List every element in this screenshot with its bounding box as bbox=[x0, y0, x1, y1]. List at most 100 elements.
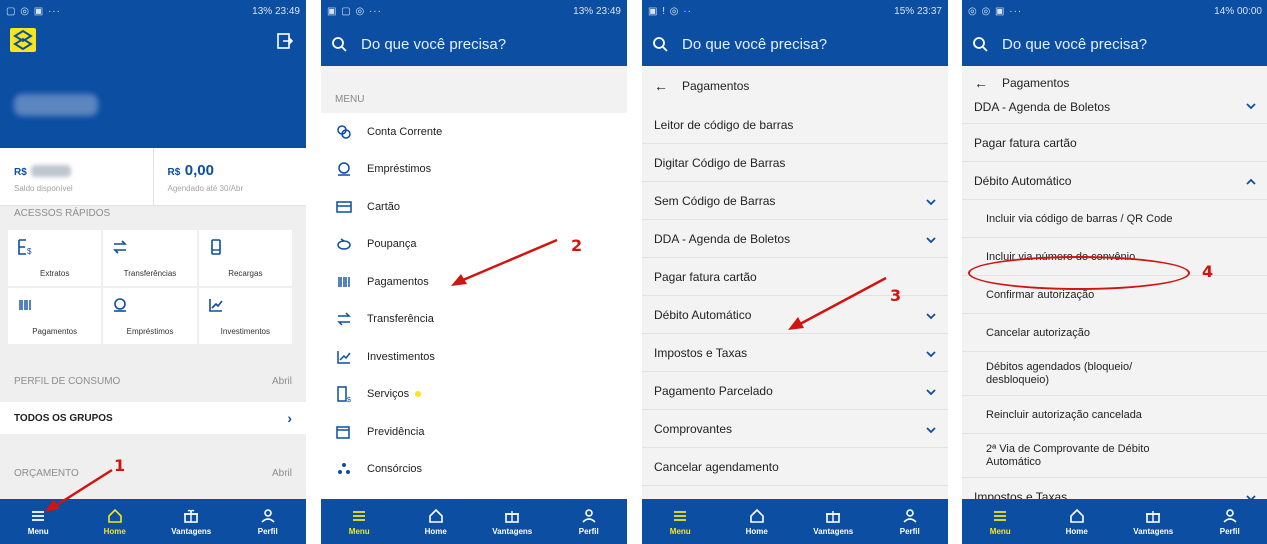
quick-investimentos[interactable]: Investimentos bbox=[198, 288, 292, 344]
bottom-nav: Menu Home Vantagens Perfil bbox=[321, 499, 627, 544]
logout-icon[interactable] bbox=[276, 32, 294, 50]
sub-item[interactable]: Incluir via código de barras / QR Code bbox=[962, 200, 1267, 238]
chevron-down-icon bbox=[1246, 492, 1256, 499]
transfer-icon bbox=[335, 310, 353, 328]
nav-menu[interactable]: Menu bbox=[321, 499, 398, 544]
back-arrow-icon: ← bbox=[654, 78, 668, 94]
nav-perfil[interactable]: Perfil bbox=[551, 499, 628, 544]
list-item[interactable]: DDA - Agenda de Boletos bbox=[962, 100, 1267, 124]
menu-item-label: Cartão bbox=[367, 200, 401, 213]
gift-icon bbox=[1144, 507, 1162, 525]
status-time: 15% 23:37 bbox=[894, 5, 942, 17]
list-item[interactable]: Digitar Código de Barras bbox=[642, 144, 948, 182]
menu-item-cartao[interactable]: Cartão bbox=[321, 188, 627, 226]
list-item[interactable]: Impostos e Taxas bbox=[962, 478, 1267, 499]
screen-home: ▢ ◎ ▣ ··· 13% 23:49 R$ Saldo disponível … bbox=[0, 0, 306, 544]
nav-vantagens[interactable]: Vantagens bbox=[1115, 499, 1192, 544]
quick-recargas[interactable]: Recargas bbox=[198, 230, 292, 286]
chart-icon bbox=[335, 348, 353, 366]
menu-item-investimentos[interactable]: Investimentos bbox=[321, 338, 627, 376]
phone-icon bbox=[207, 238, 225, 256]
nav-vantagens[interactable]: Vantagens bbox=[795, 499, 872, 544]
home-icon bbox=[748, 507, 766, 525]
list-item[interactable]: Leitor de código de barras bbox=[642, 106, 948, 144]
barcode-icon bbox=[16, 296, 34, 314]
list-item[interactable]: Pagar fatura cartão bbox=[962, 124, 1267, 162]
search-bar[interactable]: Do que você precisa? bbox=[642, 22, 948, 66]
nav-menu[interactable]: Menu bbox=[962, 499, 1039, 544]
list-item[interactable]: Impostos e Taxas bbox=[642, 334, 948, 372]
menu-item-previdencia[interactable]: Previdência bbox=[321, 413, 627, 451]
perfil-consumo-row: PERFIL DE CONSUMO Abril bbox=[0, 376, 306, 387]
nav-perfil-label: Perfil bbox=[1219, 527, 1240, 536]
list-item-label: Pagar fatura cartão bbox=[974, 135, 1077, 150]
back-row[interactable]: ← Pagamentos bbox=[962, 66, 1267, 100]
sub-item[interactable]: Reincluir autorização cancelada bbox=[962, 396, 1267, 434]
balance-scheduled[interactable]: R$ 0,00 Agendado até 30/Abr bbox=[152, 148, 307, 205]
sub-item-label: 2ª Via de Comprovante de Débito Automáti… bbox=[986, 443, 1150, 468]
balance-label: Saldo disponível bbox=[14, 184, 73, 193]
balance-available[interactable]: R$ Saldo disponível bbox=[0, 148, 153, 205]
list-item-label: Cancelar agendamento bbox=[654, 459, 779, 474]
quick-label: Recargas bbox=[228, 269, 263, 278]
account-icon bbox=[335, 123, 353, 141]
nav-perfil[interactable]: Perfil bbox=[1192, 499, 1267, 544]
list-item[interactable]: Cancelar agendamento bbox=[642, 448, 948, 486]
gift-icon bbox=[824, 507, 842, 525]
sub-item[interactable]: Débitos agendados (bloqueio/ desbloqueio… bbox=[962, 352, 1267, 396]
list-item-label: Débito Automático bbox=[974, 173, 1072, 188]
list-item[interactable]: Comprovantes bbox=[642, 410, 948, 448]
nav-perfil[interactable]: Perfil bbox=[872, 499, 949, 544]
nav-vantagens-label: Vantagens bbox=[1133, 527, 1174, 536]
balance-row: R$ Saldo disponível R$ 0,00 Agendado até… bbox=[0, 148, 306, 206]
nav-home[interactable]: Home bbox=[398, 499, 475, 544]
nav-vantagens[interactable]: Vantagens bbox=[474, 499, 551, 544]
list-item[interactable]: Sem Código de Barras bbox=[642, 182, 948, 220]
search-bar[interactable]: Do que você precisa? bbox=[962, 22, 1267, 66]
list-item-label: Pagamento Parcelado bbox=[654, 383, 773, 398]
annotation-number: 2 bbox=[571, 236, 583, 255]
menu-item-transferencia[interactable]: Transferência bbox=[321, 301, 627, 339]
quick-extratos[interactable]: $ Extratos bbox=[8, 230, 102, 286]
perfil-consumo-month: Abril bbox=[271, 376, 292, 387]
back-row[interactable]: ← Pagamentos bbox=[642, 66, 948, 106]
back-title: Pagamentos bbox=[1002, 76, 1070, 90]
nav-vantagens[interactable]: Vantagens bbox=[153, 499, 230, 544]
piggy-bank-icon bbox=[335, 235, 353, 253]
nav-home[interactable]: Home bbox=[1039, 499, 1116, 544]
quick-pagamentos[interactable]: Pagamentos bbox=[8, 288, 102, 344]
menu-item-label: Empréstimos bbox=[367, 163, 432, 176]
quick-label: Pagamentos bbox=[32, 327, 78, 336]
chevron-up-icon bbox=[1246, 176, 1256, 186]
screen-debito-automatico: ◎ ◎ ▣ ··· 14% 00:00 Do que você precisa?… bbox=[962, 0, 1267, 544]
menu-item-servicos[interactable]: $ Serviços bbox=[321, 376, 627, 414]
user-icon bbox=[580, 507, 598, 525]
sub-item[interactable]: 2ª Via de Comprovante de Débito Automáti… bbox=[962, 434, 1267, 478]
list-item[interactable]: Pagamento Parcelado bbox=[642, 372, 948, 410]
sub-item[interactable]: Cancelar autorização bbox=[962, 314, 1267, 352]
menu-item-emprestimos[interactable]: Empréstimos bbox=[321, 151, 627, 189]
search-icon bbox=[972, 36, 988, 52]
quick-transferencias[interactable]: Transferências bbox=[103, 230, 197, 286]
menu-item-conta-corrente[interactable]: Conta Corrente bbox=[321, 113, 627, 151]
list-item-label: DDA - Agenda de Boletos bbox=[654, 231, 791, 246]
search-placeholder: Do que você precisa? bbox=[682, 35, 828, 53]
nav-perfil[interactable]: Perfil bbox=[230, 499, 307, 544]
list-item[interactable]: Débito Automático bbox=[962, 162, 1267, 200]
orcamento-month: Abril bbox=[271, 468, 292, 479]
hamburger-icon bbox=[991, 507, 1009, 525]
status-bar: ▢ ◎ ▣ ··· 13% 23:49 bbox=[0, 0, 306, 22]
status-icons-left: ▢ ◎ ▣ ··· bbox=[6, 5, 61, 17]
search-bar[interactable]: Do que você precisa? bbox=[321, 22, 627, 66]
sub-item-label: Cancelar autorização bbox=[986, 326, 1090, 339]
quick-emprestimos[interactable]: Empréstimos bbox=[103, 288, 197, 344]
nav-menu[interactable]: Menu bbox=[642, 499, 719, 544]
annotation-arrow bbox=[451, 238, 558, 286]
menu-item-consorcios[interactable]: Consórcios bbox=[321, 451, 627, 489]
todos-grupos-row[interactable]: TODOS OS GRUPOS › bbox=[0, 402, 306, 434]
nav-home[interactable]: Home bbox=[719, 499, 796, 544]
home-content: ACESSOS RÁPIDOS $ Extratos Transferência… bbox=[0, 206, 306, 499]
list-item[interactable]: DDA - Agenda de Boletos bbox=[642, 220, 948, 258]
back-title: Pagamentos bbox=[682, 79, 750, 93]
list-item-label: Débito Automático bbox=[654, 307, 752, 322]
